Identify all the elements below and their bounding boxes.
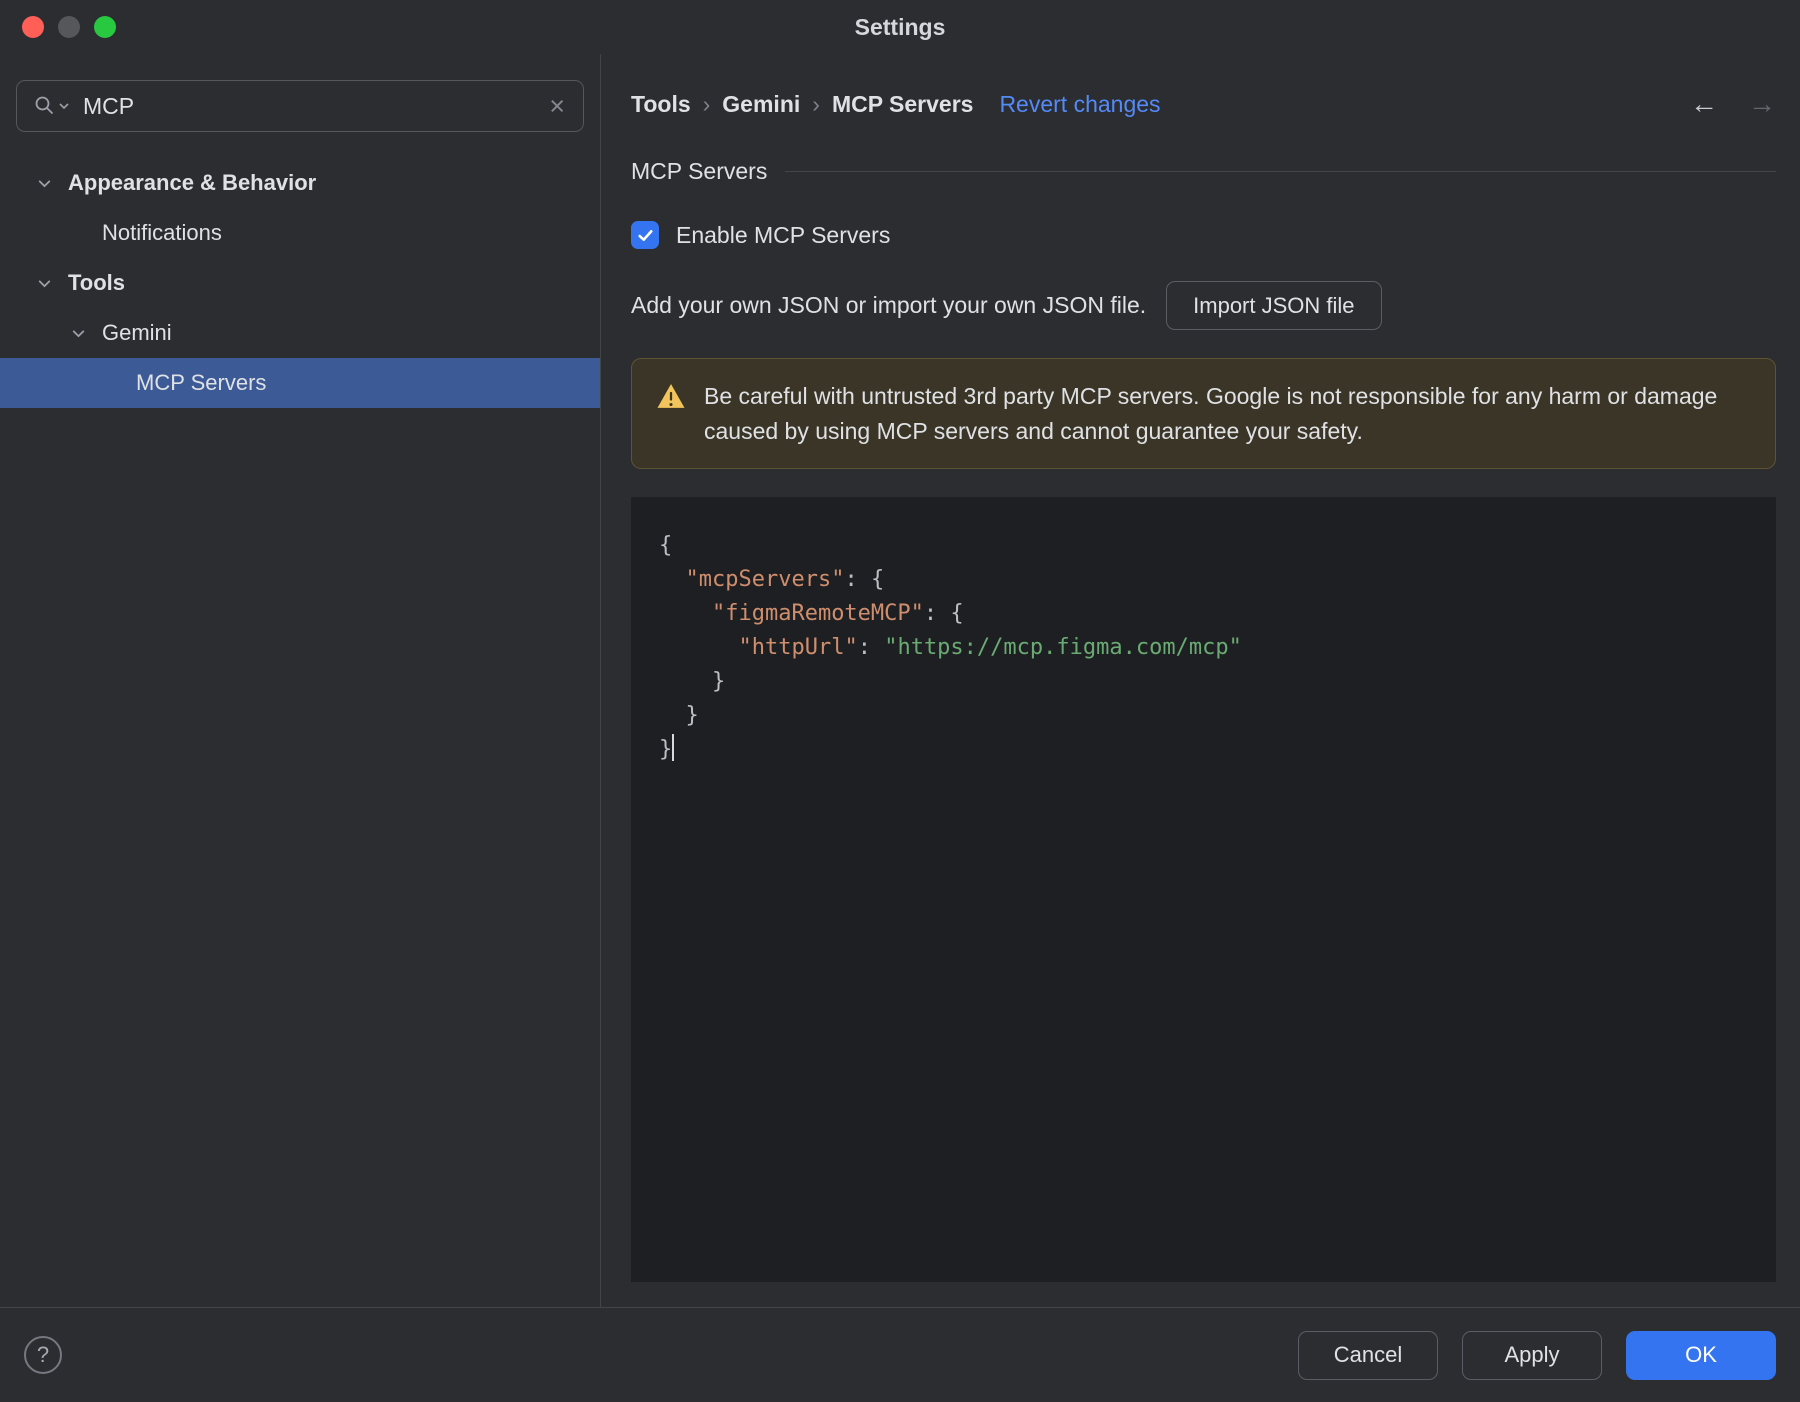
code-line: { — [659, 533, 673, 558]
search-icon[interactable] — [33, 94, 69, 118]
checkmark-icon — [637, 229, 653, 241]
apply-button[interactable]: Apply — [1462, 1330, 1602, 1380]
add-json-row: Add your own JSON or import your own JSO… — [631, 281, 1776, 330]
section-title: MCP Servers — [631, 158, 768, 184]
breadcrumb-item-gemini[interactable]: Gemini — [722, 91, 800, 118]
main-panel: Tools › Gemini › MCP Servers Revert changes … — [601, 54, 1800, 1307]
tree-item-label: Appearance & Behavior — [68, 170, 317, 195]
json-editor-code: { "mcpServers": { "figmaRemoteMCP": { "h… — [659, 529, 1766, 767]
titlebar: Settings — [0, 0, 1800, 54]
code-line: "figmaRemoteMCP": { — [711, 601, 964, 626]
chevron-down-icon[interactable] — [36, 175, 68, 192]
minimize-window-button[interactable] — [58, 16, 80, 38]
chevron-down-icon[interactable] — [36, 275, 68, 292]
tree-item-notifications[interactable]: Notifications — [0, 208, 600, 258]
breadcrumb-separator: › — [812, 90, 820, 117]
add-json-text: Add your own JSON or import your own JSO… — [631, 292, 1147, 318]
breadcrumb-item-tools[interactable]: Tools — [631, 91, 691, 118]
tree-item-label: Tools — [68, 270, 126, 295]
cancel-button[interactable]: Cancel — [1298, 1330, 1438, 1380]
history-nav: ← → — [1690, 88, 1776, 120]
search-value: MCP — [83, 92, 135, 119]
warning-text: Be careful with untrusted 3rd party MCP … — [704, 383, 1718, 444]
ok-button[interactable]: OK — [1626, 1330, 1776, 1380]
forward-arrow-icon: → — [1748, 88, 1776, 119]
footer-bar: ? Cancel Apply OK — [0, 1307, 1800, 1402]
tree-item-appearance-behavior[interactable]: Appearance & Behavior — [0, 158, 600, 208]
enable-mcp-label[interactable]: Enable MCP Servers — [676, 222, 890, 249]
code-line: } — [659, 669, 726, 694]
help-button[interactable]: ? — [24, 1336, 62, 1374]
warning-banner: Be careful with untrusted 3rd party MCP … — [631, 358, 1776, 469]
section-header: MCP Servers — [631, 158, 1776, 185]
window-title: Settings — [854, 13, 946, 40]
breadcrumb-item-mcp-servers[interactable]: MCP Servers — [832, 91, 974, 118]
breadcrumb-row: Tools › Gemini › MCP Servers Revert changes … — [631, 88, 1776, 120]
tree-item-label: Gemini — [102, 320, 172, 345]
tree-item-tools[interactable]: Tools — [0, 258, 600, 308]
sidebar: MCP × Appearance & Behavior Notifications… — [0, 54, 601, 1307]
warning-icon — [656, 383, 686, 416]
code-line: } — [659, 703, 699, 728]
zoom-window-button[interactable] — [94, 16, 116, 38]
breadcrumb: Tools › Gemini › MCP Servers — [631, 91, 973, 118]
json-editor[interactable]: { "mcpServers": { "figmaRemoteMCP": { "h… — [631, 497, 1776, 1282]
code-line: "mcpServers": { — [685, 567, 885, 592]
settings-tree: Appearance & Behavior Notifications Tools G… — [0, 158, 600, 408]
tree-item-mcp-servers[interactable]: MCP Servers — [0, 358, 600, 408]
enable-mcp-row: Enable MCP Servers — [631, 221, 1776, 249]
code-line: } — [659, 733, 1766, 767]
code-line: "httpUrl": "https://mcp.figma.com/mcp" — [738, 635, 1242, 660]
chevron-down-icon[interactable] — [70, 325, 102, 342]
tree-item-label: MCP Servers — [136, 370, 267, 395]
text-cursor — [672, 734, 675, 761]
breadcrumb-separator: › — [702, 90, 711, 117]
tree-item-gemini[interactable]: Gemini — [0, 308, 600, 358]
import-json-button[interactable]: Import JSON file — [1166, 281, 1382, 330]
search-options-chevron-icon — [59, 103, 69, 110]
back-arrow-icon[interactable]: ← — [1690, 88, 1718, 120]
settings-window: Settings MCP × Appearance & Behavior Noti… — [0, 0, 1800, 1402]
clear-search-icon[interactable]: × — [547, 92, 567, 120]
close-window-button[interactable] — [22, 16, 44, 38]
search-input[interactable]: MCP × — [16, 80, 584, 132]
section-divider — [785, 171, 1776, 172]
traffic-lights — [22, 0, 116, 54]
revert-changes-link[interactable]: Revert changes — [999, 91, 1160, 118]
enable-mcp-checkbox[interactable] — [631, 221, 659, 249]
tree-item-label: Notifications — [102, 220, 222, 245]
